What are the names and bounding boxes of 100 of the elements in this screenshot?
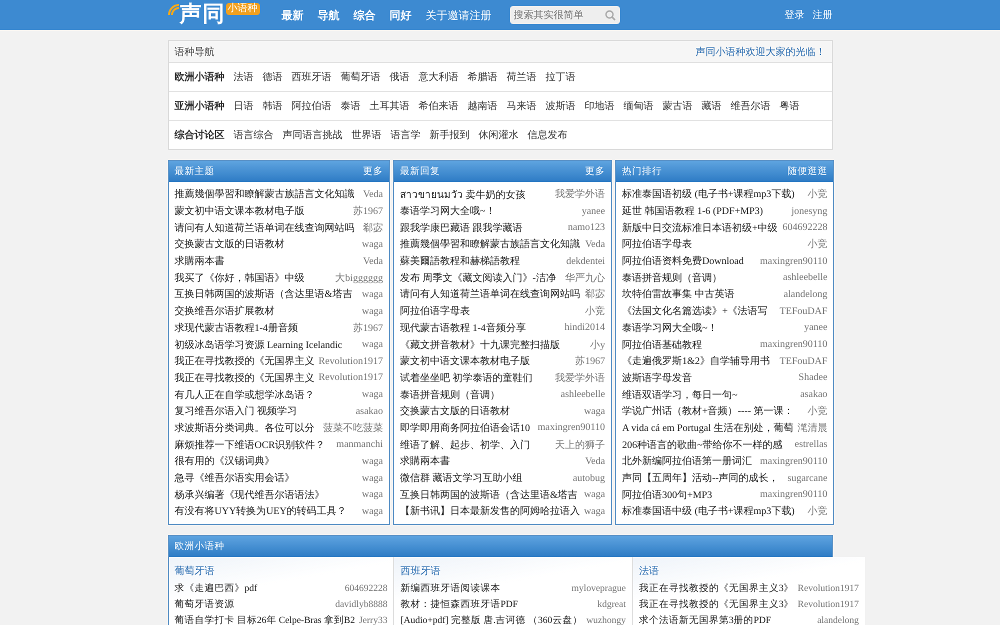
language-link[interactable]: 希腊语 <box>468 70 498 84</box>
author-link[interactable]: estrellas <box>794 439 828 450</box>
author-link[interactable]: namo123 <box>568 222 606 234</box>
auth-link[interactable]: 登录 <box>784 8 804 22</box>
author-link[interactable]: maxingren90110 <box>760 489 828 500</box>
author-link[interactable]: 604692228 <box>344 584 388 594</box>
author-link[interactable]: maxingren90110 <box>760 339 828 350</box>
author-link[interactable]: davidlyb8888 <box>335 600 388 610</box>
topic-link[interactable]: 标准泰国语中级 (电子书+课程mp3下载) <box>622 504 795 518</box>
author-link[interactable]: waga <box>584 406 606 417</box>
author-link[interactable]: dekdentei <box>566 256 606 267</box>
topic-link[interactable]: 阿拉伯语300句+MP3 <box>622 488 712 502</box>
author-link[interactable]: waga <box>362 472 383 484</box>
topic-link[interactable]: 交换蒙古文版的日语教材 <box>174 237 284 252</box>
author-link[interactable]: yanee <box>804 322 828 334</box>
language-link[interactable]: 休闲灌水 <box>478 128 518 142</box>
author-link[interactable]: jonesyng <box>791 206 828 217</box>
nav-link[interactable]: 同好 <box>390 8 412 22</box>
language-link[interactable]: 俄语 <box>390 70 410 84</box>
topic-link[interactable]: 维语双语学习，每日一句~ <box>622 388 738 402</box>
topic-link[interactable]: 我买了《你好，韩国语》中级 <box>174 270 304 285</box>
author-link[interactable]: Revolution1917 <box>798 584 859 594</box>
author-link[interactable]: Revolution1917 <box>318 372 383 384</box>
author-link[interactable]: 天上的狮子 <box>555 438 606 452</box>
topic-link[interactable]: 跟我学康巴藏语 跟我学藏语 <box>400 220 522 235</box>
language-link[interactable]: 泰语 <box>340 99 360 113</box>
topic-link[interactable]: 葡萄牙语资源 <box>174 598 234 612</box>
language-link[interactable]: 蒙古语 <box>662 99 692 113</box>
column-title[interactable]: 葡萄牙语 <box>174 560 388 581</box>
column-title[interactable]: 西班牙语 <box>400 560 626 581</box>
author-link[interactable]: 小竞 <box>807 237 828 252</box>
topic-link[interactable]: 波斯语字母发音 <box>622 370 692 385</box>
topic-link[interactable]: 复习维吾尔语入门 视频学习 <box>174 404 297 418</box>
topic-link[interactable]: 我正在寻找教授的《无国界主义 <box>174 370 314 385</box>
topic-link[interactable]: 现代蒙古语教程 1-4音频分享 <box>400 320 526 335</box>
logo-text[interactable]: 声同 <box>180 1 226 29</box>
nav-link[interactable]: 导航 <box>318 8 340 22</box>
language-link[interactable]: 印地语 <box>584 99 614 113</box>
topic-link[interactable]: 阿拉伯语资料免费Download <box>622 254 744 268</box>
topic-link[interactable]: 【新书讯】日本最新发售的阿姆哈拉语入 <box>400 504 580 518</box>
author-link[interactable]: waga <box>362 306 383 317</box>
topic-link[interactable]: 试着坐坐吧 初学泰语的童鞋们 <box>400 370 532 385</box>
topic-link[interactable]: 声同【五周年】活动--声同的成长， <box>622 471 779 486</box>
author-link[interactable]: waga <box>362 456 383 467</box>
author-link[interactable]: 小竞 <box>585 304 606 318</box>
topic-link[interactable]: 葡语自学打卡 目标26年 Celpe-Bras 拿到B2 <box>174 614 355 625</box>
language-link[interactable]: 葡萄牙语 <box>340 70 380 84</box>
author-link[interactable]: waga <box>362 238 383 250</box>
author-link[interactable]: 华严九心 <box>565 270 606 285</box>
topic-link[interactable]: 请问有人知道荷兰语单词在线查询网站吗 <box>174 220 354 235</box>
nav-link[interactable]: 最新 <box>282 8 304 22</box>
topic-link[interactable]: 我正在寻找教授的《无国界主义3》 <box>638 598 794 612</box>
author-link[interactable]: 苏1967 <box>352 204 383 218</box>
language-link[interactable]: 荷兰语 <box>506 70 536 84</box>
author-link[interactable]: 苏1967 <box>575 354 606 368</box>
author-link[interactable]: autobug <box>572 472 606 484</box>
author-link[interactable]: 小竞 <box>807 187 828 202</box>
author-link[interactable]: Jerry33 <box>358 616 388 625</box>
topic-link[interactable]: 即学即用商务阿拉伯语会话10 <box>400 420 530 435</box>
topic-link[interactable]: 求波斯语分类词典。各位可以分 <box>174 420 314 435</box>
topic-link[interactable]: 延世 韩国语教程 1-6 (PDF+MP3) <box>622 204 763 218</box>
author-link[interactable]: 苏1967 <box>352 320 383 335</box>
topic-link[interactable]: 《走遍俄罗斯1&2》自学辅导用书 <box>622 354 770 368</box>
author-link[interactable]: myloveprague <box>572 584 626 594</box>
topic-link[interactable]: 求購兩本書 <box>400 454 450 468</box>
nav-link[interactable]: 关于邀请注册 <box>426 8 492 22</box>
topic-link[interactable]: 《法国文化名篇选读》+《法语写 <box>622 304 768 318</box>
topic-link[interactable]: 交换维吾尔语扩展教材 <box>174 304 274 318</box>
group-heading[interactable]: 亚洲小语种 <box>174 99 224 113</box>
topic-link[interactable]: 206种语言的歌曲~带给你不一样的感 <box>622 438 782 452</box>
topic-link[interactable]: 阿拉伯语字母表 <box>400 304 470 318</box>
language-link[interactable]: 德语 <box>262 70 282 84</box>
topic-link[interactable]: 教材：捷恒森西班牙语PDF <box>400 598 518 612</box>
author-link[interactable]: 郗宓 <box>362 220 383 235</box>
topic-link[interactable]: 新版中日交流标准日本语初级+中级 <box>622 220 778 235</box>
language-link[interactable]: 维吾尔语 <box>730 99 770 113</box>
language-link[interactable]: 藏语 <box>702 99 722 113</box>
topic-link[interactable]: A vida cá em Portugal 生活在别处，葡萄 <box>622 420 794 435</box>
language-link[interactable]: 拉丁语 <box>546 70 576 84</box>
language-link[interactable]: 法语 <box>234 70 254 84</box>
author-link[interactable]: 604692228 <box>782 222 828 234</box>
author-link[interactable]: alandelong <box>784 288 828 300</box>
author-link[interactable]: Veda <box>362 188 383 200</box>
author-link[interactable]: waga <box>362 339 383 350</box>
topic-link[interactable]: 微信群 藏语文学习互助小组 <box>400 471 522 486</box>
language-link[interactable]: 希伯来语 <box>418 99 458 113</box>
author-link[interactable]: 我爱学外语 <box>555 187 606 202</box>
topic-link[interactable]: 阿拉伯语基础教程 <box>622 338 702 352</box>
topic-link[interactable]: 杨承兴编著《现代维吾尔语语法》 <box>174 488 324 502</box>
author-link[interactable]: 小竞 <box>807 504 828 518</box>
search-icon[interactable] <box>604 10 616 20</box>
author-link[interactable]: Shadee <box>798 372 828 384</box>
author-link[interactable]: kdgreat <box>597 600 626 610</box>
language-link[interactable]: 世界语 <box>352 128 382 142</box>
author-link[interactable]: waga <box>584 506 606 517</box>
topic-link[interactable]: 很有用的《汉锡词典》 <box>174 454 274 468</box>
author-link[interactable]: maxingren90110 <box>760 256 828 267</box>
author-link[interactable]: ashleebelle <box>560 389 606 400</box>
topic-link[interactable]: 求现代蒙古语教程1-4册音频 <box>174 320 298 335</box>
topic-link[interactable]: 维语了解、起步、初学、入门 <box>400 438 530 452</box>
